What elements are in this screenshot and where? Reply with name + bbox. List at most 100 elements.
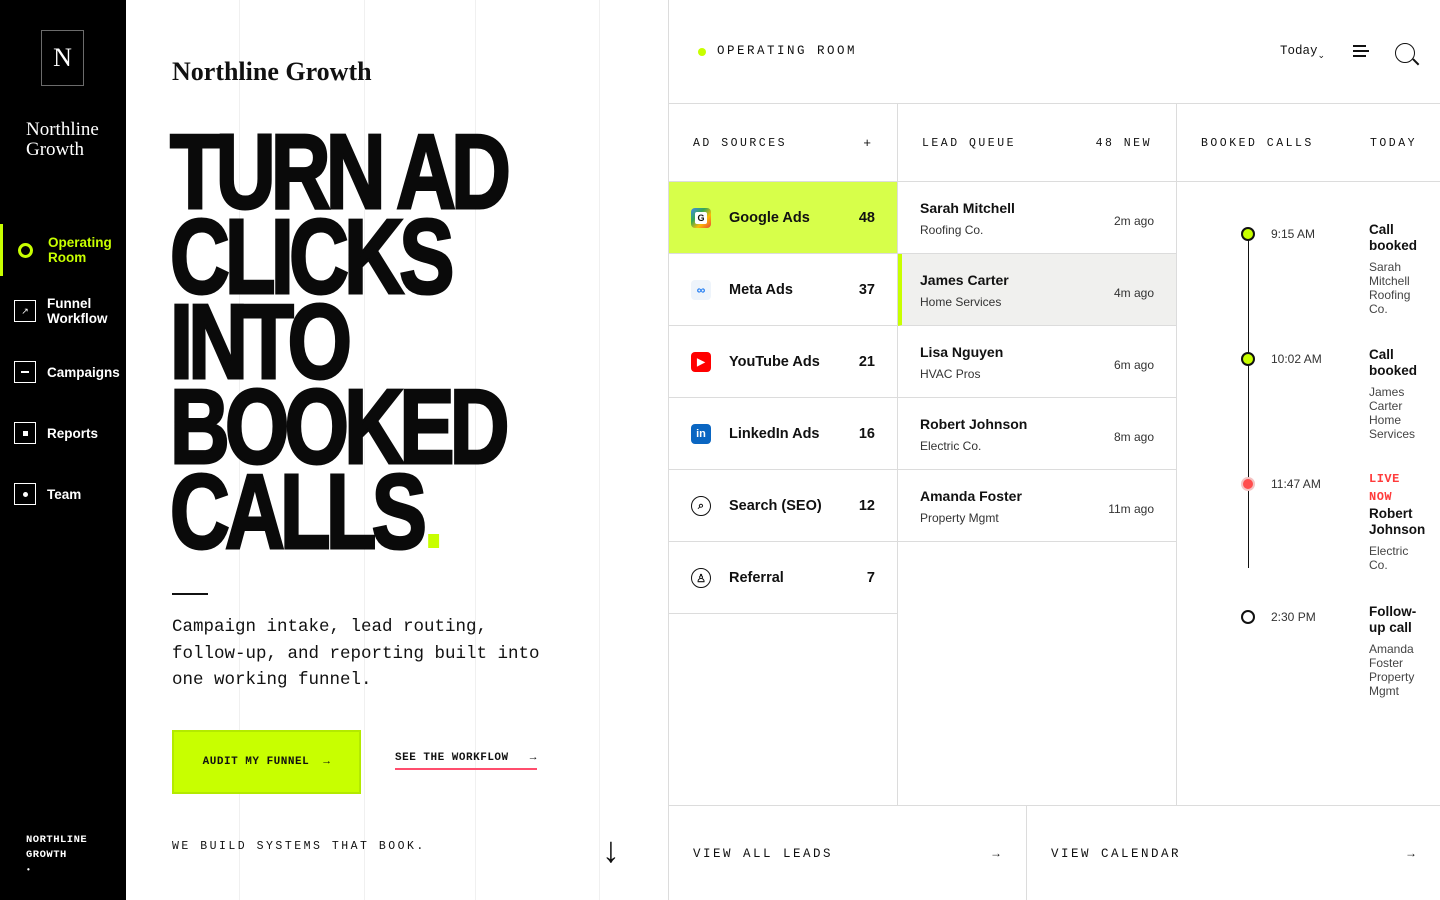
panel-topbar: OPERATING ROOM Today⌄: [669, 0, 1440, 104]
google-icon: G: [691, 208, 711, 228]
ad-source-name: Search (SEO): [729, 498, 822, 514]
sidebar-item-campaigns[interactable]: Campaigns: [0, 346, 126, 398]
lead-company: Property Mgmt: [920, 511, 999, 525]
call-time: 9:15 AM: [1271, 227, 1316, 241]
call-status: Call booked: [1369, 222, 1418, 253]
sidebar-nav: Operating Room ↗ Funnel Workflow Campaig…: [0, 224, 126, 529]
ad-source-row[interactable]: G Google Ads 48: [669, 182, 897, 254]
call-status: Follow-up call: [1369, 604, 1417, 635]
arrow-icon: ↗: [14, 300, 36, 322]
company-name: Northline Growth: [172, 57, 372, 86]
ad-source-count: 7: [866, 570, 875, 586]
column-heading: BOOKED CALLS: [1201, 137, 1314, 150]
headline-last-word: CALLS: [169, 453, 428, 571]
call-time: 11:47 AM: [1271, 477, 1321, 491]
footer-dot: •: [26, 866, 32, 875]
ad-source-count: 21: [858, 354, 875, 370]
button-label: VIEW CALENDAR: [1051, 847, 1182, 861]
arrow-right-icon: →: [990, 846, 1002, 860]
lead-queue-header: LEAD QUEUE 48 NEW: [898, 104, 1176, 182]
search-icon[interactable]: [1395, 43, 1415, 63]
ad-source-row[interactable]: ⌕ Search (SEO) 12: [669, 470, 897, 542]
call-detail: Electric Co.: [1369, 544, 1409, 572]
hero-headline: TURN AD CLICKS INTO BOOKED CALLS: [169, 118, 607, 567]
logo[interactable]: N: [41, 30, 84, 86]
sidebar-item-label: Funnel Workflow: [47, 296, 108, 326]
panel-title: OPERATING ROOM: [717, 44, 858, 58]
ad-source-row[interactable]: in LinkedIn Ads 16: [669, 398, 897, 470]
menu-icon[interactable]: [1353, 45, 1369, 57]
lead-row[interactable]: Sarah Mitchell Roofing Co. 2m ago: [898, 182, 1176, 254]
search-seo-icon: ⌕: [691, 496, 711, 516]
ad-source-count: 12: [858, 498, 875, 514]
add-source-button[interactable]: +: [863, 135, 871, 150]
lead-company: Home Services: [920, 295, 1002, 309]
ad-source-name: YouTube Ads: [729, 354, 820, 370]
ad-source-count: 16: [858, 426, 875, 442]
lead-name: Lisa Nguyen: [920, 344, 1004, 360]
lead-company: HVAC Pros: [920, 367, 981, 381]
ad-source-count: 37: [858, 282, 875, 298]
lead-row[interactable]: Robert Johnson Electric Co. 8m ago: [898, 398, 1176, 470]
sidebar-item-operating-room[interactable]: Operating Room: [0, 224, 126, 276]
lead-queue-column: LEAD QUEUE 48 NEW Sarah Mitchell Roofing…: [898, 104, 1177, 805]
brand-name: Northline Growth: [26, 120, 99, 160]
headline-line-last: CALLS: [169, 458, 607, 567]
lead-name: Amanda Foster: [920, 488, 1022, 504]
ad-source-row[interactable]: ∞ Meta Ads 37: [669, 254, 897, 326]
see-workflow-link[interactable]: SEE THE WORKFLOW →: [395, 752, 537, 770]
status-dot: [698, 48, 706, 56]
footer-line-2: GROWTH: [26, 849, 67, 861]
call-status: Call booked: [1369, 347, 1418, 378]
lead-time: 11m ago: [1108, 502, 1154, 516]
booked-calls-header: BOOKED CALLS TODAY: [1177, 104, 1440, 182]
ad-source-name: LinkedIn Ads: [729, 426, 820, 442]
sidebar-item-team[interactable]: Team: [0, 468, 126, 520]
ad-source-row[interactable]: ▶ YouTube Ads 21: [669, 326, 897, 398]
panel-footer: VIEW ALL LEADS → VIEW CALENDAR →: [669, 805, 1440, 900]
lead-row[interactable]: Lisa Nguyen HVAC Pros 6m ago: [898, 326, 1176, 398]
scroll-down-icon[interactable]: ↓: [602, 832, 620, 868]
column-heading: AD SOURCES: [693, 137, 788, 150]
lead-name: Sarah Mitchell: [920, 200, 1015, 216]
arrow-right-icon: →: [323, 756, 331, 768]
view-calendar-button[interactable]: VIEW CALENDAR →: [1027, 806, 1440, 900]
linkedin-icon: in: [691, 424, 711, 444]
call-detail: James Carter Home Services: [1369, 385, 1416, 441]
live-now-badge: LIVE NOW: [1369, 472, 1400, 504]
hero-description: Campaign intake, lead routing, follow-up…: [172, 617, 540, 690]
logo-letter: N: [53, 43, 72, 72]
lead-time: 6m ago: [1113, 358, 1154, 372]
lead-row[interactable]: Amanda Foster Property Mgmt 11m ago: [898, 470, 1176, 542]
divider: [172, 593, 208, 595]
arrow-right-icon: →: [529, 752, 537, 764]
operating-room-panel: OPERATING ROOM Today⌄ AD SOURCES + G Goo…: [668, 0, 1440, 900]
date-filter-select[interactable]: Today⌄: [1280, 44, 1325, 61]
cta-label: AUDIT MY FUNNEL: [202, 756, 310, 768]
lead-name: Robert Johnson: [920, 416, 1028, 432]
campaign-icon: [14, 361, 36, 383]
sidebar-item-reports[interactable]: Reports: [0, 407, 126, 459]
link-label: SEE THE WORKFLOW: [395, 752, 509, 764]
call-status: Robert Johnson: [1369, 506, 1426, 537]
lead-row[interactable]: James Carter Home Services 4m ago: [898, 254, 1176, 326]
view-all-leads-button[interactable]: VIEW ALL LEADS →: [669, 806, 1027, 900]
ad-source-name: Referral: [729, 570, 784, 586]
sidebar-item-funnel-workflow[interactable]: ↗ Funnel Workflow: [0, 285, 126, 337]
audit-funnel-button[interactable]: AUDIT MY FUNNEL →: [172, 730, 361, 794]
timeline-line: [1248, 234, 1249, 568]
call-status-dot: [1241, 610, 1255, 624]
label-line-2: Workflow: [47, 311, 108, 326]
sidebar-footer: NORTHLINE GROWTH •: [26, 833, 87, 878]
ad-sources-header: AD SOURCES +: [669, 104, 897, 182]
arrow-right-icon: →: [1405, 846, 1417, 860]
team-icon: [14, 483, 36, 505]
sidebar-item-label: Team: [47, 486, 82, 502]
sidebar-item-label: Operating Room: [48, 235, 112, 265]
label-line-1: Funnel: [47, 296, 92, 311]
label-line-1: Operating: [48, 235, 112, 250]
footer-line-1: NORTHLINE: [26, 834, 88, 846]
meta-icon: ∞: [691, 280, 711, 300]
accent-square: [428, 534, 440, 548]
ad-source-row[interactable]: ♙ Referral 7: [669, 542, 897, 614]
